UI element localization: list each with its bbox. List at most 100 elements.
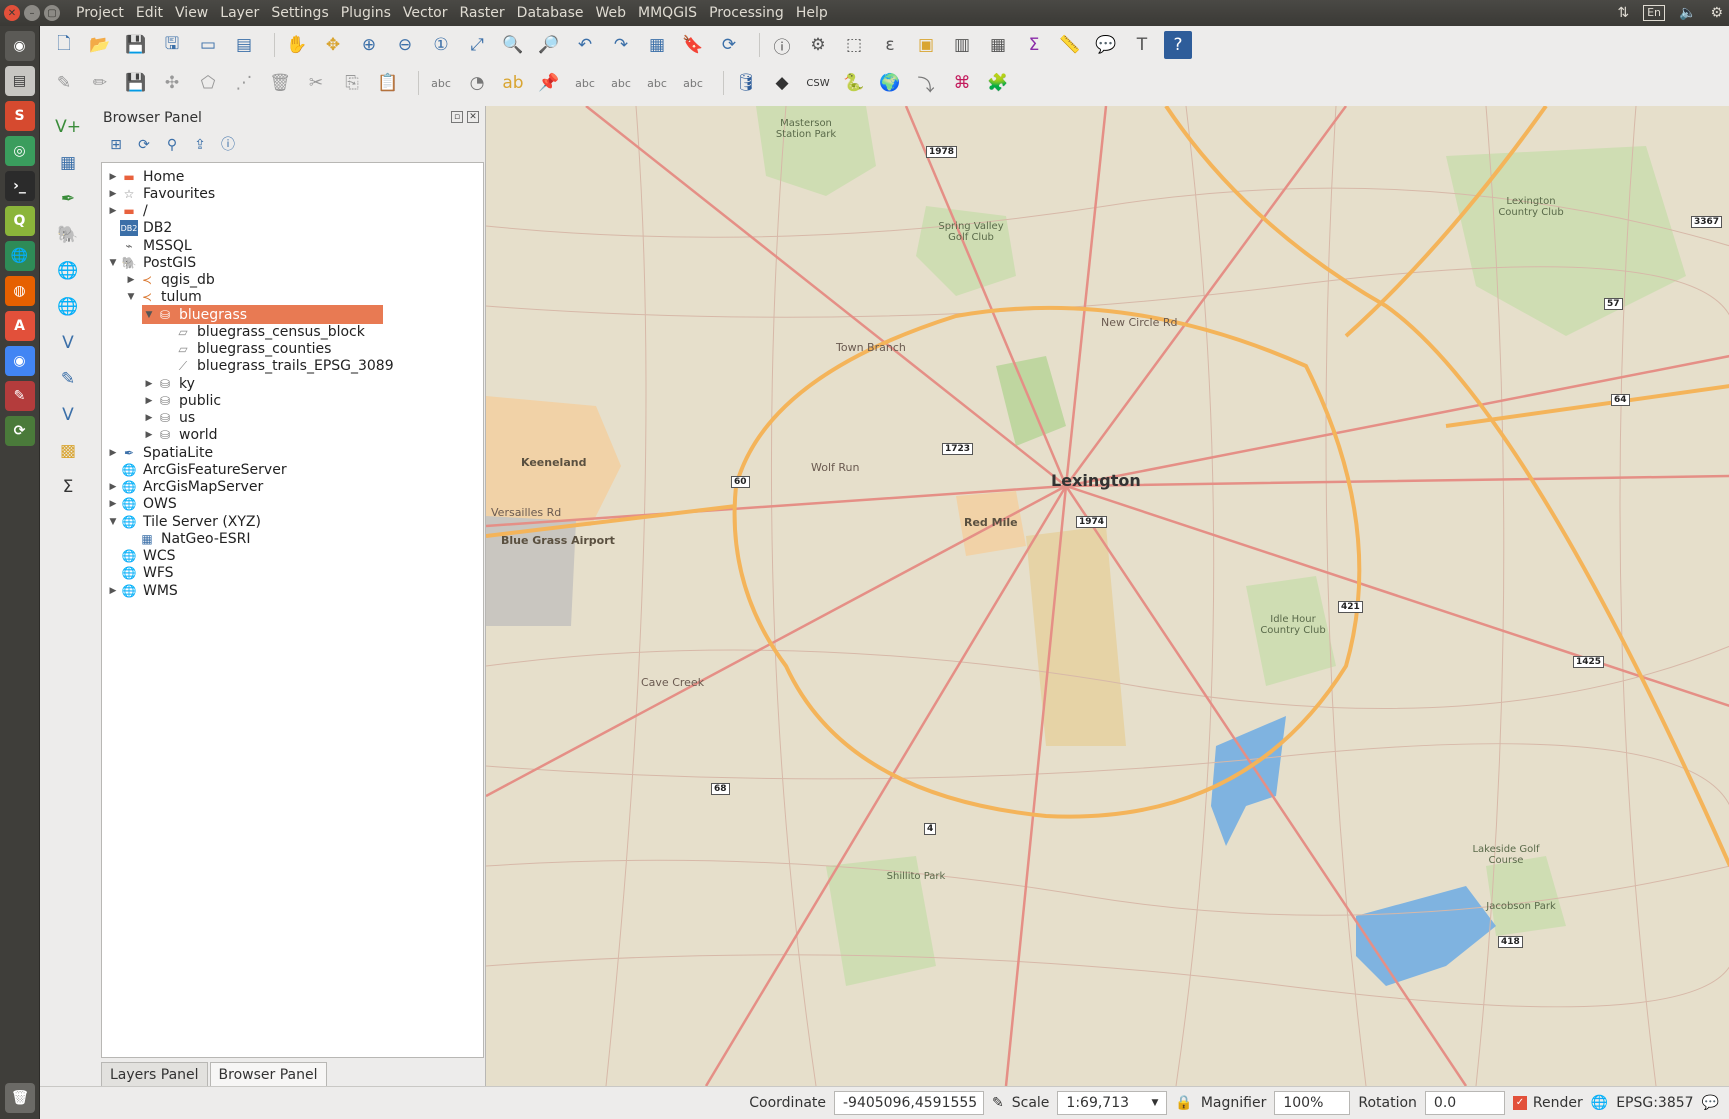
collapse-all-icon[interactable]: ⇪: [191, 136, 209, 154]
crs-globe-icon[interactable]: 🌐: [1591, 1095, 1608, 1111]
map-canvas[interactable]: Lexington Keeneland Red Mile Blue Grass Air…: [485, 106, 1729, 1086]
collapsed-arrow-icon[interactable]: ▶: [142, 413, 156, 423]
copy-features-icon[interactable]: ⎘: [338, 69, 366, 97]
browser-icon[interactable]: ◎: [4, 136, 35, 166]
expanded-arrow-icon[interactable]: ▼: [124, 292, 138, 302]
tree-item[interactable]: ▱ bluegrass_census_block: [160, 322, 365, 341]
tree-item[interactable]: DB2 DB2: [106, 219, 172, 238]
expanded-arrow-icon[interactable]: ▼: [106, 517, 120, 527]
tree-item[interactable]: ▶ ⛁ public: [142, 391, 222, 410]
files-icon[interactable]: ▤: [4, 66, 35, 96]
tree-item[interactable]: ▶ 🌐 ArcGisMapServer: [106, 478, 264, 497]
menu-layer[interactable]: Layer: [214, 0, 265, 26]
new-project-icon[interactable]: 🗋: [50, 31, 78, 59]
current-edits-icon[interactable]: ✎: [50, 69, 78, 97]
menu-edit[interactable]: Edit: [130, 0, 169, 26]
close-window-icon[interactable]: ✕: [4, 5, 20, 21]
menu-project[interactable]: Project: [70, 0, 130, 26]
expanded-arrow-icon[interactable]: ▼: [142, 310, 156, 320]
minimize-window-icon[interactable]: –: [24, 5, 40, 21]
actions-icon[interactable]: ⚙: [804, 31, 832, 59]
show-hide-label-icon[interactable]: abc: [571, 69, 599, 97]
statistics-icon[interactable]: Σ: [1020, 31, 1048, 59]
text-annotation-icon[interactable]: T: [1128, 31, 1156, 59]
zoom-last-icon[interactable]: ↶: [571, 31, 599, 59]
render-checkbox[interactable]: ✓ Render: [1512, 1095, 1583, 1111]
toggle-editing-icon[interactable]: ✏: [86, 69, 114, 97]
tree-item[interactable]: ▶ 🌐 OWS: [106, 495, 177, 514]
collapsed-arrow-icon[interactable]: ▶: [106, 586, 120, 596]
add-wfs-icon[interactable]: V: [51, 328, 85, 358]
change-label-icon[interactable]: abc: [679, 69, 707, 97]
tree-item[interactable]: ▼ ≺ tulum: [124, 288, 202, 307]
tree-item[interactable]: ▶ 🌐 WMS: [106, 581, 178, 600]
menu-processing[interactable]: Processing: [703, 0, 790, 26]
paste-features-icon[interactable]: 📋: [374, 69, 402, 97]
pan-to-selection-icon[interactable]: ✥: [319, 31, 347, 59]
close-panel-icon[interactable]: ✕: [467, 111, 479, 123]
measure-icon[interactable]: 📏: [1056, 31, 1084, 59]
collapsed-arrow-icon[interactable]: ▶: [106, 172, 120, 182]
tree-item[interactable]: ▶ ⛁ world: [142, 426, 218, 445]
chrome-icon[interactable]: ◉: [4, 346, 35, 376]
graphical-modeler-icon[interactable]: ⌘: [948, 69, 976, 97]
metasearch-icon[interactable]: ◆: [768, 69, 796, 97]
add-polygon-icon[interactable]: ⬠: [194, 69, 222, 97]
collapsed-arrow-icon[interactable]: ▶: [106, 499, 120, 509]
tree-item[interactable]: ▶ ▬ /: [106, 202, 148, 221]
rotate-label-icon[interactable]: abc: [643, 69, 671, 97]
add-virtual-layer-icon[interactable]: V: [51, 400, 85, 430]
expanded-arrow-icon[interactable]: ▼: [106, 258, 120, 268]
zoom-full-icon[interactable]: ⤢: [463, 31, 491, 59]
tree-item[interactable]: 🌐 ArcGisFeatureServer: [106, 460, 287, 479]
lock-scale-icon[interactable]: 🔒: [1175, 1095, 1192, 1111]
coordinate-field[interactable]: -9405096,4591555: [834, 1091, 984, 1115]
processing-icon[interactable]: ⤵: [912, 69, 940, 97]
select-features-icon[interactable]: ⬚: [840, 31, 868, 59]
csw-icon[interactable]: CSW: [804, 69, 832, 97]
menu-mmqgis[interactable]: MMQGIS: [632, 0, 703, 26]
menu-database[interactable]: Database: [511, 0, 590, 26]
save-as-icon[interactable]: 🖫: [158, 31, 186, 59]
tree-item[interactable]: ▶ ⛁ us: [142, 409, 196, 428]
add-raster-icon[interactable]: ▦: [51, 148, 85, 178]
map-tips-icon[interactable]: 💬: [1092, 31, 1120, 59]
volume-icon[interactable]: 🔈: [1679, 5, 1696, 21]
menu-web[interactable]: Web: [589, 0, 632, 26]
menu-plugins[interactable]: Plugins: [335, 0, 397, 26]
collapsed-arrow-icon[interactable]: ▶: [106, 482, 120, 492]
add-feature-icon[interactable]: ✣: [158, 69, 186, 97]
zoom-native-icon[interactable]: ①: [427, 31, 455, 59]
vertex-tool-icon[interactable]: ⋰: [230, 69, 258, 97]
collapsed-arrow-icon[interactable]: ▶: [142, 379, 156, 389]
add-postgis-icon[interactable]: 🐘: [51, 220, 85, 250]
zoom-to-selection-icon[interactable]: 🔍: [499, 31, 527, 59]
highlight-label-icon[interactable]: ab: [499, 69, 527, 97]
layout-manager-icon[interactable]: ▤: [230, 31, 258, 59]
filter-icon[interactable]: ⚲: [163, 136, 181, 154]
zoom-next-icon[interactable]: ↷: [607, 31, 635, 59]
tree-item[interactable]: ▱ bluegrass_counties: [160, 340, 331, 359]
field-calculator-side-icon[interactable]: Σ: [51, 472, 85, 502]
georeferencer-icon[interactable]: 🌍: [876, 69, 904, 97]
collapsed-arrow-icon[interactable]: ▶: [106, 448, 120, 458]
tree-item[interactable]: ▶ ✒ SpatiaLite: [106, 443, 214, 462]
field-calculator-icon[interactable]: ▦: [984, 31, 1012, 59]
add-wms-icon[interactable]: 🌐: [51, 256, 85, 286]
tree-item[interactable]: ⟋ bluegrass_trails_EPSG_3089: [160, 357, 394, 376]
terminal-icon[interactable]: ›_: [4, 171, 35, 201]
add-spatialite-icon[interactable]: ✎: [51, 364, 85, 394]
update-icon[interactable]: ⟳: [4, 416, 35, 446]
tree-item[interactable]: 🌐 WCS: [106, 547, 176, 566]
add-wcs-icon[interactable]: 🌐: [51, 292, 85, 322]
settings-gear-icon[interactable]: ⚙: [1710, 5, 1723, 21]
menu-help[interactable]: Help: [790, 0, 834, 26]
menu-vector[interactable]: Vector: [397, 0, 454, 26]
tree-item[interactable]: ▼ 🌐 Tile Server (XYZ): [106, 512, 261, 531]
sublime-icon[interactable]: S: [4, 101, 35, 131]
new-map-view-icon[interactable]: ▦: [643, 31, 671, 59]
float-panel-icon[interactable]: ▫: [451, 111, 463, 123]
scale-combobox[interactable]: 1:69,713 ▼: [1057, 1091, 1168, 1115]
new-vector-layer-icon[interactable]: V+: [51, 112, 85, 142]
add-mesh-icon[interactable]: ▩: [51, 436, 85, 466]
